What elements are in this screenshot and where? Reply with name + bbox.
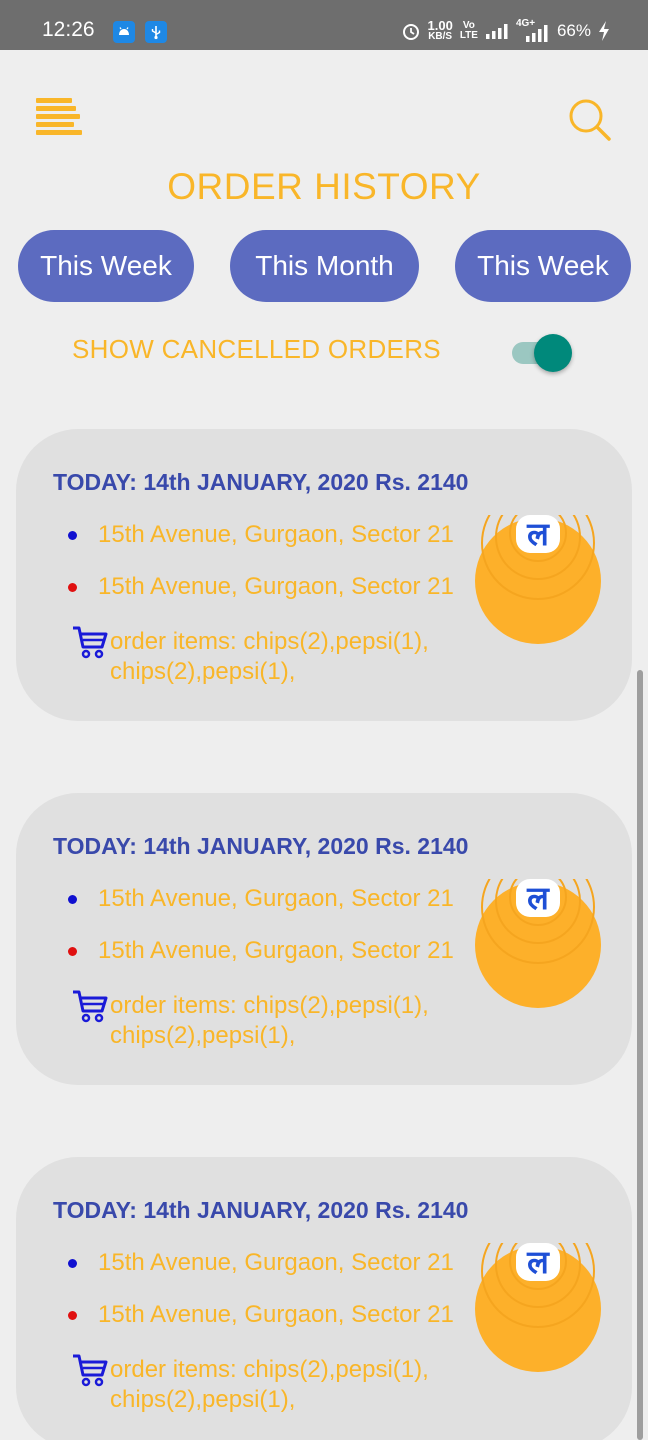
- pickup-address: 15th Avenue, Gurgaon, Sector 21: [98, 521, 454, 548]
- status-time: 12:26: [42, 18, 95, 41]
- cancelled-orders-label: SHOW CANCELLED ORDERS: [72, 334, 441, 364]
- store-logo-icon: ल: [475, 515, 601, 644]
- drop-address-row: 15th Avenue, Gurgaon, Sector 21: [68, 937, 454, 965]
- cart-icon: [73, 1354, 108, 1387]
- logo-letter: ल: [526, 1243, 550, 1281]
- filter-chip-label: This Week: [477, 250, 609, 281]
- usb-notification-icon: [145, 21, 167, 43]
- signal-icon: [485, 23, 508, 39]
- charging-icon: [599, 20, 609, 41]
- android-notification-icon: [113, 21, 135, 43]
- order-date-amount: TODAY: 14th JANUARY, 2020 Rs. 2140: [53, 833, 469, 859]
- filter-chip-label: This Month: [255, 250, 394, 281]
- drop-dot-icon: [68, 582, 77, 592]
- filter-chip-this-week[interactable]: This Week: [18, 230, 194, 302]
- order-card[interactable]: TODAY: 14th JANUARY, 2020 Rs. 2140 15th …: [16, 1157, 632, 1440]
- alarm-icon: [402, 23, 419, 40]
- signal-4g-icon: 4G+: [516, 18, 550, 42]
- order-history-screen: 12:26 1.00 KB/S Vo LTE 4G+ 66% ORDER HIS…: [0, 0, 648, 1440]
- order-items: order items: chips(2),pepsi(1), chips(2)…: [110, 628, 429, 685]
- filter-chip-this-week-2[interactable]: This Week: [455, 230, 631, 302]
- drop-address-row: 15th Avenue, Gurgaon, Sector 21: [68, 1301, 454, 1329]
- drop-dot-icon: [68, 1310, 77, 1320]
- menu-icon[interactable]: [36, 98, 82, 136]
- drop-address: 15th Avenue, Gurgaon, Sector 21: [98, 937, 454, 964]
- page-title: ORDER HISTORY: [167, 166, 481, 207]
- volte-indicator: Vo LTE: [459, 19, 478, 41]
- pickup-dot-icon: [68, 530, 77, 540]
- status-icons: 1.00 KB/S Vo LTE 4G+ 66%: [401, 18, 611, 42]
- drop-dot-icon: [68, 946, 77, 956]
- network-speed: 1.00 KB/S: [427, 18, 453, 42]
- toggle-thumb: [534, 334, 572, 372]
- status-bar: 12:26 1.00 KB/S Vo LTE 4G+ 66%: [0, 0, 648, 50]
- order-date-amount: TODAY: 14th JANUARY, 2020 Rs. 2140: [53, 469, 469, 495]
- drop-address-row: 15th Avenue, Gurgaon, Sector 21: [68, 573, 454, 601]
- store-logo-icon: ल: [475, 879, 601, 1008]
- logo-letter: ल: [526, 515, 550, 553]
- pickup-address: 15th Avenue, Gurgaon, Sector 21: [98, 1249, 454, 1276]
- cancelled-orders-toggle[interactable]: [512, 334, 572, 372]
- pickup-address-row: 15th Avenue, Gurgaon, Sector 21: [68, 885, 454, 913]
- logo-letter: ल: [526, 879, 550, 917]
- pickup-address-row: 15th Avenue, Gurgaon, Sector 21: [68, 521, 454, 549]
- cart-icon: [73, 626, 108, 659]
- pickup-dot-icon: [68, 1258, 77, 1268]
- store-logo-icon: ल: [475, 1243, 601, 1372]
- pickup-dot-icon: [68, 894, 77, 904]
- filter-chip-this-month[interactable]: This Month: [230, 230, 419, 302]
- search-icon[interactable]: [568, 98, 612, 142]
- filter-chip-label: This Week: [40, 250, 172, 281]
- order-items: order items: chips(2),pepsi(1), chips(2)…: [110, 1356, 429, 1413]
- battery-percent: 66%: [556, 20, 591, 40]
- drop-address: 15th Avenue, Gurgaon, Sector 21: [98, 573, 454, 600]
- order-items: order items: chips(2),pepsi(1), chips(2)…: [110, 992, 429, 1049]
- cart-icon: [73, 990, 108, 1023]
- pickup-address: 15th Avenue, Gurgaon, Sector 21: [98, 885, 454, 912]
- pickup-address-row: 15th Avenue, Gurgaon, Sector 21: [68, 1249, 454, 1277]
- order-card[interactable]: TODAY: 14th JANUARY, 2020 Rs. 2140 15th …: [16, 429, 632, 721]
- order-date-amount: TODAY: 14th JANUARY, 2020 Rs. 2140: [53, 1197, 469, 1223]
- scrollbar[interactable]: [637, 670, 643, 1440]
- order-card[interactable]: TODAY: 14th JANUARY, 2020 Rs. 2140 15th …: [16, 793, 632, 1085]
- drop-address: 15th Avenue, Gurgaon, Sector 21: [98, 1301, 454, 1328]
